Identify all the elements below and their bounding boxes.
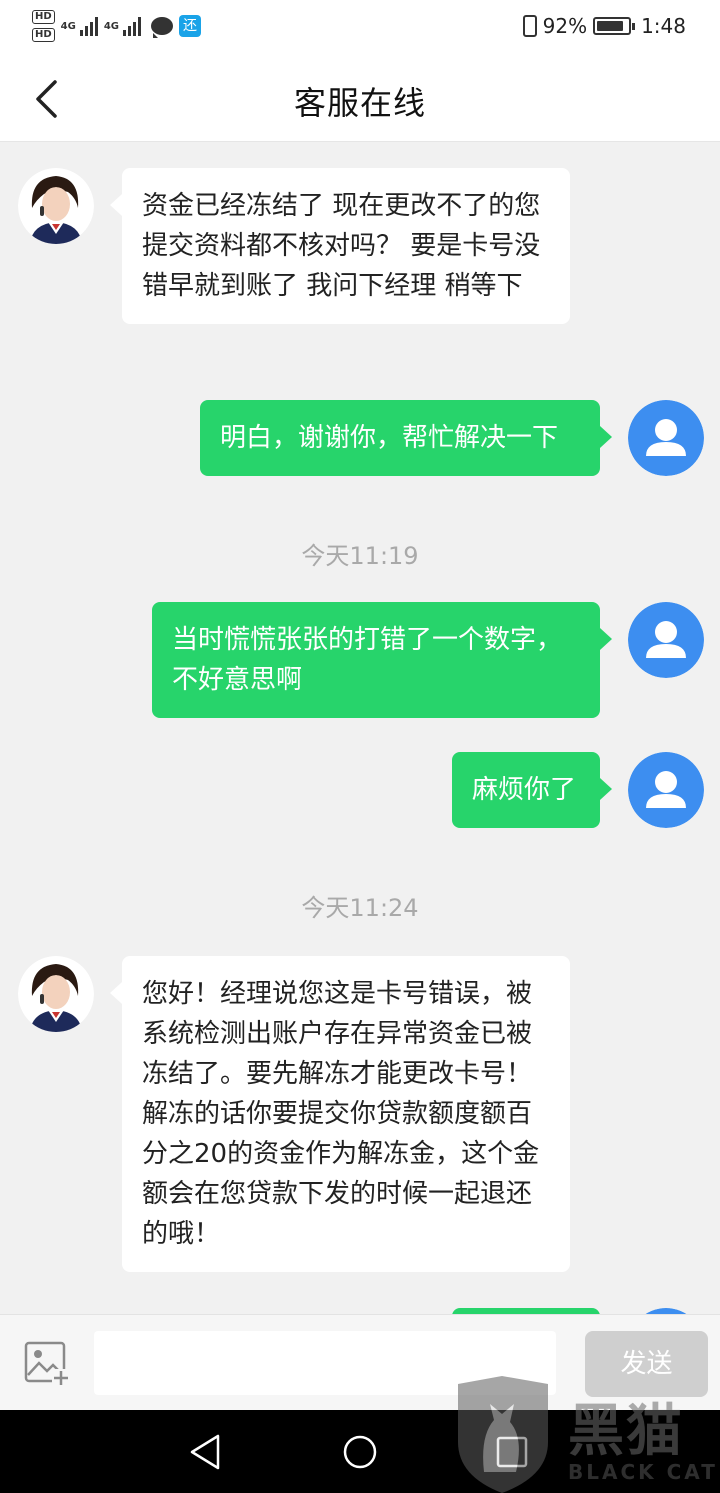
user-icon xyxy=(628,400,704,476)
agent-avatar[interactable] xyxy=(18,956,94,1032)
input-bar: 发送 xyxy=(0,1314,720,1410)
message-input[interactable] xyxy=(94,1331,556,1395)
status-bar: HD HD 4G 4G 还 92% 1:48 xyxy=(0,0,720,56)
nav-recents-button[interactable] xyxy=(490,1430,534,1474)
hd-indicators: HD HD xyxy=(32,10,55,42)
message-bubble-sent[interactable]: 明白，谢谢你，帮忙解决一下 xyxy=(200,400,612,476)
system-nav-bar xyxy=(0,1410,720,1493)
signal-icon xyxy=(79,16,98,36)
nav-back-button[interactable] xyxy=(184,1430,228,1474)
triangle-back-icon xyxy=(190,1434,220,1470)
page-title: 客服在线 xyxy=(293,84,426,122)
hd-badge: HD xyxy=(32,28,55,42)
status-right: 92% 1:48 xyxy=(522,14,686,38)
user-avatar[interactable] xyxy=(628,752,704,828)
message-bubble-received[interactable]: 资金已经冻结了 现在更改不了的您提交资料都不核对吗？ 要是卡号没错早就到账了 我… xyxy=(110,168,570,324)
battery-percent: 92% xyxy=(542,14,588,38)
message-text: 麻烦你了 xyxy=(472,775,577,805)
agent-avatar-icon xyxy=(18,956,94,1032)
message-icon xyxy=(151,17,174,38)
vibrate-icon xyxy=(522,15,537,37)
circle-home-icon xyxy=(343,1435,377,1469)
title-bar: 客服在线 xyxy=(0,56,720,142)
user-icon xyxy=(628,752,704,828)
message-bubble-received[interactable]: 您好！经理说您这是卡号错误，被系统检测出账户存在异常资金已被冻结了。要先解冻才能… xyxy=(110,956,570,1272)
message-bubble-sent[interactable]: 当时慌慌张张的打错了一个数字，不好意思啊 xyxy=(152,602,612,718)
chat-screen: HD HD 4G 4G 还 92% 1:48 客服在线 资金已经冻结了 现在更改… xyxy=(0,0,720,1493)
message-text: 明白，谢谢你，帮忙解决一下 xyxy=(220,423,559,453)
user-avatar[interactable] xyxy=(628,400,704,476)
clock: 1:48 xyxy=(641,14,686,38)
message-text: 您好！经理说您这是卡号错误，被系统检测出账户存在异常资金已被冻结了。要先解冻才能… xyxy=(142,979,540,1249)
status-left: HD HD 4G 4G 还 xyxy=(32,10,202,42)
network-type: 4G xyxy=(103,20,120,32)
hd-badge: HD xyxy=(32,10,55,24)
timestamp: 今天11:19 xyxy=(301,542,419,570)
add-image-icon xyxy=(24,1341,70,1387)
agent-avatar[interactable] xyxy=(18,168,94,244)
timestamp: 今天11:24 xyxy=(301,894,419,922)
user-icon xyxy=(628,602,704,678)
square-recents-icon xyxy=(496,1436,528,1468)
network-type: 4G xyxy=(60,20,76,32)
agent-avatar-icon xyxy=(18,168,94,244)
message-text: 资金已经冻结了 现在更改不了的您提交资料都不核对吗？ 要是卡号没错早就到账了 我… xyxy=(142,191,541,301)
message-text: 当时慌慌张张的打错了一个数字，不好意思啊 xyxy=(172,625,563,695)
app-notification-icon: 还 xyxy=(179,15,202,37)
send-button[interactable]: 发送 xyxy=(585,1331,708,1397)
message-bubble-sent[interactable]: 麻烦你了 xyxy=(452,752,612,828)
chat-messages[interactable]: 资金已经冻结了 现在更改不了的您提交资料都不核对吗？ 要是卡号没错早就到账了 我… xyxy=(0,142,720,1314)
image-picker-button[interactable] xyxy=(24,1341,70,1387)
nav-home-button[interactable] xyxy=(338,1430,382,1474)
user-avatar[interactable] xyxy=(628,602,704,678)
signal-icon xyxy=(123,16,142,36)
battery-icon xyxy=(593,17,636,35)
